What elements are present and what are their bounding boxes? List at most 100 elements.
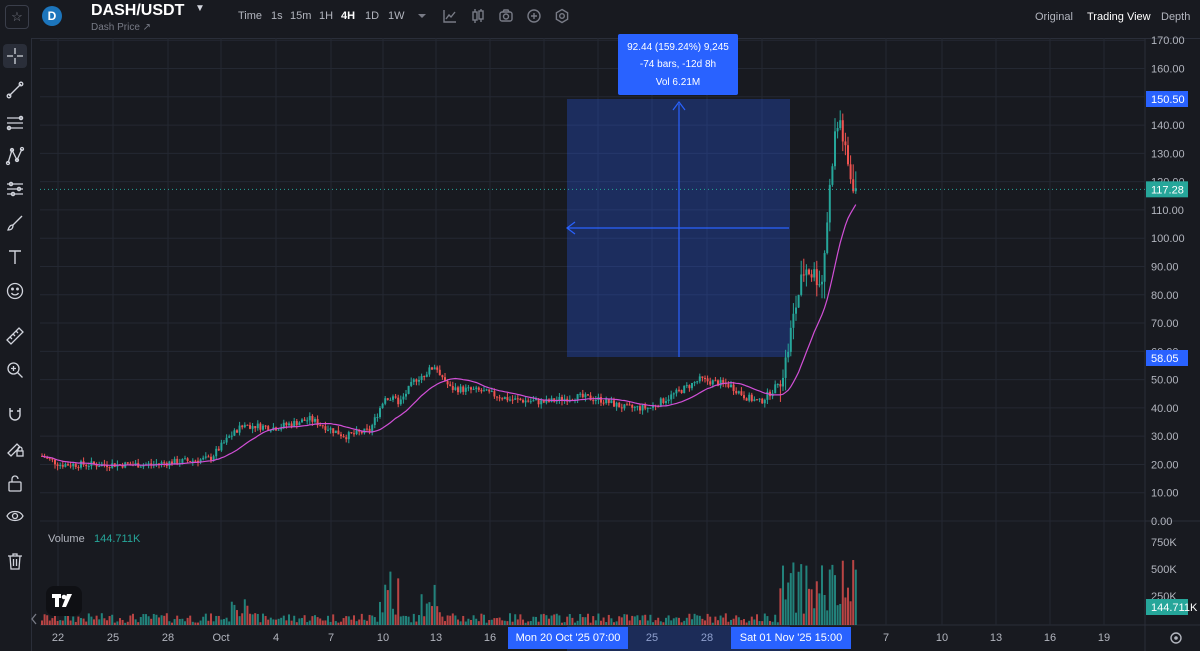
candle-body xyxy=(376,416,379,418)
volume-bar xyxy=(711,622,714,625)
candle-body xyxy=(467,387,470,389)
volume-bar xyxy=(93,619,95,625)
candle-body xyxy=(527,400,530,402)
volume-bar xyxy=(649,614,652,625)
candle-body xyxy=(301,419,303,423)
volume-bar xyxy=(324,620,327,625)
candle-body xyxy=(711,380,714,385)
volume-bar xyxy=(457,619,459,625)
volume-bar xyxy=(438,612,441,625)
volume-bar xyxy=(498,617,501,625)
volume-bar xyxy=(789,573,792,625)
candle-body xyxy=(649,407,652,409)
candle-body xyxy=(532,400,535,402)
volume-bar xyxy=(186,617,189,625)
volume-bar xyxy=(295,622,298,625)
volume-bar xyxy=(100,613,103,625)
candle-body xyxy=(641,404,644,411)
candle-body xyxy=(332,428,335,434)
volume-bar xyxy=(381,612,384,625)
volume-bar xyxy=(730,619,732,625)
volume-legend-value: 144.711K xyxy=(94,533,141,545)
volume-bar xyxy=(139,617,142,625)
measure-bottom-price-label: 58.05 xyxy=(1151,353,1179,365)
candle-body xyxy=(462,386,465,392)
volume-bar xyxy=(641,615,644,625)
candle-body xyxy=(524,400,527,403)
volume-bar xyxy=(134,619,137,625)
time-tick-label: 19 xyxy=(1098,632,1110,644)
volume-bar xyxy=(116,621,119,625)
volume-bar xyxy=(610,618,613,625)
volume-bar xyxy=(251,614,254,625)
candle-body xyxy=(420,376,423,381)
candle-body xyxy=(815,269,818,286)
volume-bar xyxy=(475,618,478,625)
candle-body xyxy=(808,269,810,275)
candle-body xyxy=(774,384,777,394)
volume-bar xyxy=(795,612,797,625)
candle-body xyxy=(295,421,298,426)
volume-bar xyxy=(353,615,355,625)
volume-bar xyxy=(605,622,608,625)
volume-bar xyxy=(847,587,849,625)
volume-bar xyxy=(215,615,218,625)
time-tick-label: 13 xyxy=(430,632,442,644)
candle-body xyxy=(688,385,691,389)
candle-body xyxy=(730,384,732,388)
candle-body xyxy=(631,404,634,408)
candle-body xyxy=(758,398,761,400)
volume-bar xyxy=(646,620,649,625)
candle-body xyxy=(210,456,212,461)
volume-tick-label: 500K xyxy=(1151,564,1177,576)
candle-body xyxy=(311,415,314,422)
candle-body xyxy=(821,281,823,285)
volume-bar xyxy=(571,617,574,625)
volume-bar xyxy=(184,621,186,625)
candle-body xyxy=(236,430,238,433)
volume-bar xyxy=(327,615,329,625)
volume-bar xyxy=(202,616,205,625)
volume-bar xyxy=(264,615,267,625)
candle-body xyxy=(360,431,363,434)
price-chart[interactable]: 170.00160.00150.00140.00130.00120.00110.… xyxy=(0,0,1200,651)
volume-bar xyxy=(397,578,400,625)
candle-body xyxy=(579,393,582,395)
candle-body xyxy=(511,399,514,401)
candle-body xyxy=(233,430,236,436)
time-tick-label: 10 xyxy=(377,632,389,644)
volume-bar xyxy=(849,601,852,625)
volume-bar xyxy=(636,615,639,625)
volume-bar xyxy=(230,601,233,625)
volume-bar xyxy=(831,564,834,625)
volume-bar xyxy=(145,614,147,625)
volume-bar xyxy=(691,619,693,625)
candle-body xyxy=(800,274,803,295)
tv-logo-icon[interactable] xyxy=(46,586,82,616)
volume-bar xyxy=(106,620,108,625)
candle-body xyxy=(672,393,675,395)
candle-body xyxy=(371,425,374,432)
candle-body xyxy=(839,120,842,129)
volume-bar xyxy=(462,615,465,625)
volume-bar xyxy=(147,616,150,625)
candle-body xyxy=(256,423,259,429)
measure-info-line1: 92.44 (159.24%) 9,245 xyxy=(627,42,729,53)
candle-body xyxy=(306,420,309,422)
volume-bar xyxy=(355,621,358,625)
candle-body xyxy=(329,428,332,430)
volume-bar xyxy=(553,614,556,625)
candle-body xyxy=(54,459,56,465)
volume-bar xyxy=(56,621,59,625)
volume-bar xyxy=(418,615,420,625)
candle-body xyxy=(220,442,223,451)
candle-body xyxy=(238,425,241,433)
time-tick-label: 28 xyxy=(162,632,174,644)
time-tick-label: 4 xyxy=(273,632,279,644)
volume-bar xyxy=(683,620,686,625)
volume-bar xyxy=(516,619,519,625)
candle-body xyxy=(241,425,244,428)
volume-bar xyxy=(178,618,181,625)
candle-body xyxy=(722,380,725,383)
candle-body xyxy=(662,398,665,403)
